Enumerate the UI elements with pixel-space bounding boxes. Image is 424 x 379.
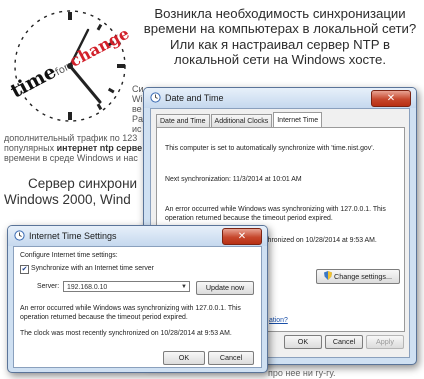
article-subheading: Windows 2000, Wind [4, 192, 131, 207]
article-text: Си [132, 84, 144, 94]
ok-button[interactable]: OK [163, 351, 205, 365]
dialog-titlebar[interactable]: Date and Time ✕ [144, 88, 416, 108]
apply-button[interactable]: Apply [366, 335, 404, 349]
internet-time-settings-dialog: Internet Time Settings ✕ Configure Inter… [7, 225, 268, 373]
change-settings-button[interactable]: Change settings... [316, 269, 400, 284]
dialog-titlebar[interactable]: Internet Time Settings ✕ [8, 226, 267, 246]
clock-icon [150, 92, 161, 103]
tab-strip: Date and Time Additional Clocks Internet… [156, 112, 323, 128]
article-text: ве [132, 104, 142, 114]
sync-error-text: An error occurred while Windows was sync… [165, 206, 386, 222]
article-text-bold: интернет ntp серве [56, 143, 143, 153]
svg-text:time: time [7, 61, 60, 103]
dialog-title: Internet Time Settings [29, 231, 117, 241]
change-settings-label: Change settings... [334, 272, 392, 281]
tab-date-and-time[interactable]: Date and Time [156, 114, 210, 128]
close-icon: ✕ [386, 93, 396, 104]
article-text: дополнительный трафик по 123 [4, 133, 138, 143]
article-text: популярных интернет ntp серве [4, 143, 142, 153]
article-headline: Возникла необходимость синхронизации вре… [143, 6, 417, 68]
tab-additional-clocks[interactable]: Additional Clocks [210, 114, 273, 128]
sync-error-text: An error occurred while Windows was sync… [20, 305, 241, 321]
svg-text:change: change [66, 24, 132, 71]
article-text: Wi [132, 94, 143, 104]
article-footer-text: про нее ни гу-гу. [268, 368, 336, 378]
clock-icon [14, 230, 25, 241]
tab-internet-time[interactable]: Internet Time [273, 112, 323, 128]
settings-heading: Configure Internet time settings: [20, 252, 118, 259]
auto-sync-text: This computer is set to automatically sy… [165, 145, 375, 152]
shield-icon [324, 271, 333, 280]
ok-button[interactable]: OK [284, 335, 322, 349]
article-subheading: Сервер синхрони [28, 176, 138, 191]
checkmark-icon: ✔ [21, 266, 28, 273]
dialog-title: Date and Time [165, 93, 224, 103]
cancel-button[interactable]: Cancel [208, 351, 254, 365]
article-text: времени в среде Windows и нас [4, 153, 138, 163]
sync-checkbox-label[interactable]: Synchronize with an Internet time server [31, 264, 251, 273]
last-sync-text: The clock was most recently synchronized… [20, 330, 232, 337]
dialog-body: Configure Internet time settings: ✔ Sync… [13, 246, 262, 368]
close-button[interactable]: ✕ [371, 90, 411, 107]
cancel-button[interactable]: Cancel [325, 335, 363, 349]
update-now-button[interactable]: Update now [196, 281, 254, 295]
next-sync-text: Next synchronization: 11/3/2014 at 10:01… [165, 176, 302, 183]
server-combobox[interactable]: 192.168.0.10 ▼ [63, 281, 190, 292]
server-value: 192.168.0.10 [67, 284, 108, 291]
dropdown-arrow-icon[interactable]: ▼ [181, 282, 187, 293]
article-text: Pa [132, 114, 144, 124]
sync-checkbox[interactable]: ✔ [20, 265, 29, 274]
close-icon: ✕ [237, 231, 247, 242]
close-button[interactable]: ✕ [222, 228, 262, 245]
article-text-plain: популярных [4, 143, 57, 153]
help-link[interactable]: ation? [269, 317, 288, 324]
time-for-change-logo: time for change [7, 10, 132, 122]
